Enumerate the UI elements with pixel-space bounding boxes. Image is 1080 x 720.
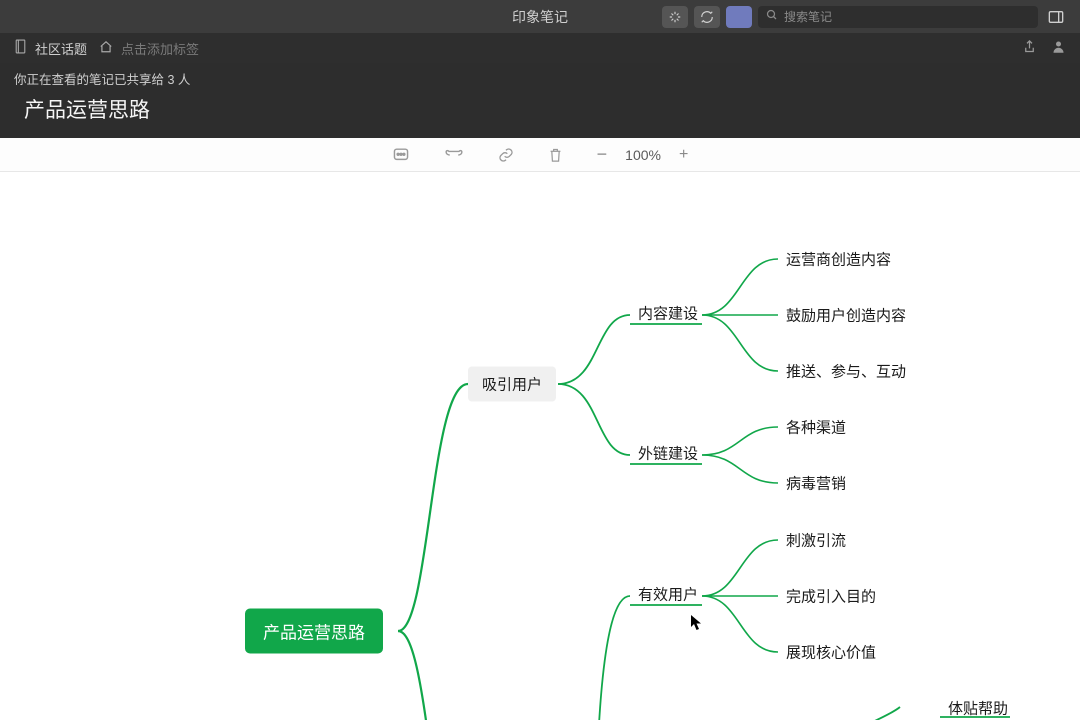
mindmap-root-node[interactable]: 产品运营思路 (245, 609, 383, 654)
tool-link[interactable] (444, 138, 464, 171)
mindmap-node-op-create[interactable]: 运营商创造内容 (786, 249, 891, 270)
note-title[interactable]: 产品运营思路 (24, 94, 1062, 124)
zoom-level: 100% (625, 147, 661, 163)
person-icon (1051, 39, 1066, 54)
cursor-icon (691, 615, 703, 631)
view-mode-button[interactable] (726, 6, 752, 28)
zoom-in-button[interactable]: + (679, 146, 688, 164)
search-icon (766, 8, 778, 26)
palette-icon (392, 147, 410, 163)
tool-node-style[interactable] (392, 138, 410, 171)
zoom-out-button[interactable]: − (597, 144, 608, 165)
mindmap-node-attract-users[interactable]: 吸引用户 (468, 367, 556, 402)
search-input[interactable] (784, 10, 1030, 24)
share-icon (1022, 39, 1037, 54)
search-box[interactable] (758, 6, 1038, 28)
mindmap-node-channels[interactable]: 各种渠道 (786, 417, 846, 438)
mindmap-node-effective-user[interactable]: 有效用户 (638, 584, 698, 605)
link-icon (498, 147, 514, 163)
add-tags-hint[interactable]: 点击添加标签 (121, 39, 199, 58)
panel-icon (1048, 10, 1064, 24)
sidebar-toggle-button[interactable] (1044, 6, 1068, 28)
breadcrumb-notebook[interactable]: 社区话题 (35, 39, 87, 58)
sync-button[interactable] (694, 6, 720, 28)
ai-button[interactable] (662, 6, 688, 28)
sync-icon (700, 10, 714, 24)
mindmap-node-complete-goal[interactable]: 完成引入目的 (786, 586, 876, 607)
mindmap-node-content-build[interactable]: 内容建设 (638, 303, 698, 324)
sparkle-icon (668, 10, 682, 24)
mindmap-node-push-interact[interactable]: 推送、参与、互动 (786, 361, 906, 382)
tool-delete[interactable] (548, 138, 563, 171)
mindmap-node-ext-link[interactable]: 外链建设 (638, 443, 698, 464)
mindmap-node-stimulate[interactable]: 刺激引流 (786, 530, 846, 551)
mindmap-connectors (0, 172, 1080, 720)
home-icon (99, 40, 113, 56)
shared-status: 你正在查看的笔记已共享给 3 人 (14, 69, 1062, 88)
collaborators-button[interactable] (1051, 39, 1066, 57)
infinity-icon (444, 149, 464, 161)
share-button[interactable] (1022, 39, 1037, 57)
trash-icon (548, 147, 563, 163)
notebook-icon (14, 39, 27, 57)
mindmap-node-viral[interactable]: 病毒营销 (786, 473, 846, 494)
mindmap-node-encourage-ugc[interactable]: 鼓励用户创造内容 (786, 305, 906, 326)
mindmap-node-help[interactable]: 体贴帮助 (948, 698, 1008, 719)
tool-attachment[interactable] (498, 138, 514, 171)
mindmap-node-core-value[interactable]: 展现核心价值 (786, 642, 876, 663)
